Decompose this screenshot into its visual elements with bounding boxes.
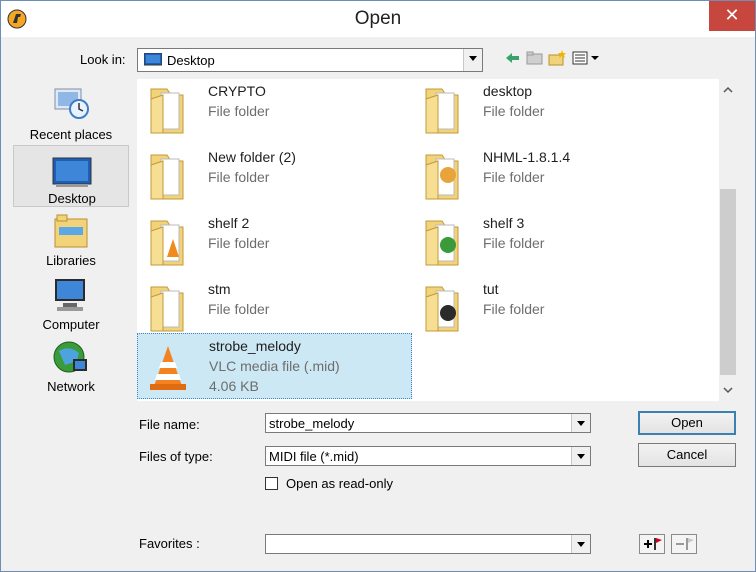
up-folder-icon[interactable] [525,49,545,67]
list-item[interactable]: NHML-1.8.1.4 File folder [412,145,687,207]
folder-icon [425,154,459,200]
list-item[interactable]: stm File folder [137,277,412,339]
favorites-label: Favorites : [139,536,200,551]
file-name: CRYPTO [208,83,266,99]
chevron-down-icon[interactable] [463,49,482,71]
file-type: File folder [483,235,545,251]
scroll-up-icon[interactable] [719,81,737,99]
look-in-value: Desktop [167,53,215,68]
folder-icon [425,286,459,332]
list-item[interactable]: shelf 3 File folder [412,211,687,273]
cancel-button[interactable]: Cancel [638,443,736,467]
file-type: File folder [208,235,270,251]
libraries-icon [54,214,88,248]
file-type: File folder [483,169,545,185]
desktop-icon [144,53,162,66]
close-button[interactable]: ✕ [709,1,755,31]
list-item-selected[interactable]: strobe_melody VLC media file (.mid) 4.06… [137,333,412,399]
file-list[interactable]: CRYPTO File folder desktop File folder N… [137,79,719,401]
files-of-type-dropdown[interactable]: MIDI file (*.mid) [265,446,591,466]
desktop-icon [52,157,92,187]
folder-icon [150,88,184,134]
network-icon [53,341,87,373]
file-name: shelf 3 [483,215,525,231]
chevron-down-icon[interactable] [571,414,590,432]
place-label: Network [47,379,95,394]
file-type: File folder [483,103,545,119]
read-only-label: Open as read-only [286,476,393,491]
files-of-type-label: Files of type: [139,449,213,464]
vlc-cone-icon [150,346,186,390]
file-type: File folder [483,301,545,317]
list-item[interactable]: shelf 2 File folder [137,211,412,273]
place-label: Recent places [29,127,113,142]
file-name: tut [483,281,499,297]
places-bar: Recent places Desktop Libraries Computer… [13,79,129,399]
look-in-label: Look in: [80,52,126,67]
file-name: New folder (2) [208,149,296,165]
files-of-type-value: MIDI file (*.mid) [269,449,359,464]
folder-icon [425,88,459,134]
place-label: Computer [42,317,100,332]
view-menu-icon[interactable] [571,49,601,67]
file-type: File folder [208,169,270,185]
favorites-dropdown[interactable] [265,534,591,554]
folder-icon [150,154,184,200]
place-label: Libraries [46,253,96,268]
file-type: File folder [208,103,270,119]
folder-icon [150,286,184,332]
file-size: 4.06 KB [209,378,259,394]
window-title: Open [354,8,402,29]
folder-icon [425,220,459,266]
scrollbar-thumb[interactable] [720,189,736,375]
file-name: NHML-1.8.1.4 [483,149,571,165]
file-name-input[interactable]: strobe_melody [265,413,591,433]
remove-favorite-button[interactable] [671,534,697,554]
read-only-checkbox[interactable] [265,477,278,490]
place-desktop[interactable]: Desktop [13,145,129,207]
file-name: desktop [483,83,533,99]
place-network[interactable]: Network [13,337,129,399]
scroll-down-icon[interactable] [719,381,737,399]
place-label: Desktop [48,191,96,206]
add-favorite-icon [644,538,662,550]
open-dialog: Open ✕ Look in: Desktop Recent places De… [0,0,756,572]
list-item[interactable]: desktop File folder [412,79,687,141]
file-name: shelf 2 [208,215,250,231]
file-name: stm [208,281,231,297]
new-folder-icon[interactable] [547,49,567,67]
computer-icon [55,279,85,311]
file-name-value: strobe_melody [269,416,355,431]
list-item[interactable]: CRYPTO File folder [137,79,412,141]
back-arrow-icon[interactable] [503,49,523,67]
place-recent-places[interactable]: Recent places [13,79,129,142]
add-favorite-button[interactable] [639,534,665,554]
file-name-label: File name: [139,417,200,432]
file-type: VLC media file (.mid) [209,358,340,374]
place-computer[interactable]: Computer [13,275,129,337]
remove-favorite-icon [676,538,694,550]
title-bar: Open ✕ [1,1,755,37]
list-item[interactable]: New folder (2) File folder [137,145,412,207]
place-libraries[interactable]: Libraries [13,211,129,273]
vertical-scrollbar[interactable] [719,79,737,401]
list-item[interactable]: tut File folder [412,277,687,339]
file-name: strobe_melody [209,338,301,354]
folder-icon [150,220,184,266]
chevron-down-icon[interactable] [571,535,590,553]
chevron-down-icon[interactable] [571,447,590,465]
file-type: File folder [208,301,270,317]
recent-places-icon [54,88,89,119]
open-button[interactable]: Open [638,411,736,435]
look-in-dropdown[interactable]: Desktop [137,48,483,72]
